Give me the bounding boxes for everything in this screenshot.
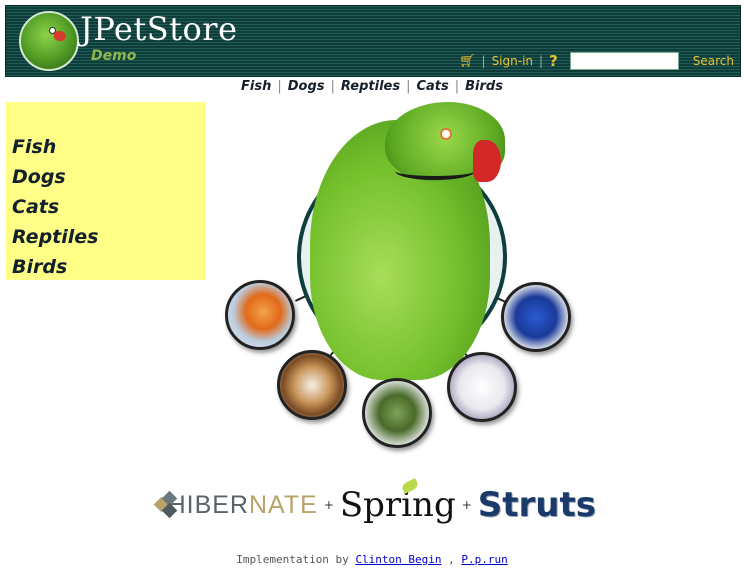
parrot-neck-ring <box>395 162 475 180</box>
header-banner: JPetStore Demo 🛒︎ | Sign-in | ? Search <box>5 5 741 77</box>
plus-sign: + <box>323 498 334 512</box>
hibernate-logo: HIBERNATE <box>167 490 318 519</box>
category-image-map <box>215 100 590 460</box>
hibernate-logo-icon <box>153 490 178 519</box>
spring-logo: Spring <box>340 478 456 525</box>
topnav-birds[interactable]: Birds <box>465 79 503 94</box>
fish-image-link[interactable] <box>225 280 295 350</box>
sidebar-item-fish[interactable]: Fish <box>12 132 206 162</box>
technology-logos: HIBERNATE + Spring + Struts <box>153 478 596 530</box>
credit-separator: , <box>448 553 455 566</box>
sign-in-link[interactable]: Sign-in <box>492 54 533 68</box>
reptiles-image-link[interactable] <box>362 378 432 448</box>
parrot-logo-icon[interactable] <box>19 11 79 71</box>
separator: | <box>277 79 282 94</box>
dogs-image-link[interactable] <box>277 350 347 420</box>
parrot-eye <box>440 128 452 140</box>
cats-image-link[interactable] <box>447 352 517 422</box>
brand-subtitle: Demo <box>91 48 137 64</box>
credit-line: Implementation by Clinton Begin , P.p.ru… <box>0 553 744 566</box>
separator: | <box>481 54 486 68</box>
separator: | <box>406 79 411 94</box>
separator: | <box>539 54 544 68</box>
separator: | <box>330 79 335 94</box>
sidebar-item-dogs[interactable]: Dogs <box>12 162 206 192</box>
search-input[interactable] <box>569 52 679 70</box>
shopping-cart-icon[interactable]: 🛒︎ <box>459 54 476 69</box>
sidebar-item-birds[interactable]: Birds <box>12 252 206 282</box>
credit-author-link[interactable]: Clinton Begin <box>355 553 441 566</box>
sidebar-item-reptiles[interactable]: Reptiles <box>12 222 206 252</box>
topnav-reptiles[interactable]: Reptiles <box>341 79 400 94</box>
topnav-dogs[interactable]: Dogs <box>288 79 325 94</box>
sidebar-item-cats[interactable]: Cats <box>12 192 206 222</box>
sidebar-category-menu: Fish Dogs Cats Reptiles Birds <box>6 102 206 280</box>
birds-image-link[interactable] <box>501 282 571 352</box>
parrot-beak <box>473 140 501 182</box>
logo-beak <box>54 31 66 41</box>
topnav-fish[interactable]: Fish <box>241 79 271 94</box>
search-button[interactable]: Search <box>693 54 734 68</box>
topnav-cats[interactable]: Cats <box>416 79 448 94</box>
credit-prefix: Implementation by <box>236 553 349 566</box>
brand-title[interactable]: JPetStore <box>80 9 238 49</box>
credit-other-link[interactable]: P.p.run <box>461 553 507 566</box>
plus-sign: + <box>461 498 472 512</box>
header-tools: 🛒︎ | Sign-in | ? Search <box>459 50 734 72</box>
help-icon[interactable]: ? <box>549 52 558 70</box>
struts-logo: Struts <box>477 485 596 525</box>
top-category-nav: Fish | Dogs | Reptiles | Cats | Birds <box>0 79 744 94</box>
separator: | <box>454 79 460 94</box>
